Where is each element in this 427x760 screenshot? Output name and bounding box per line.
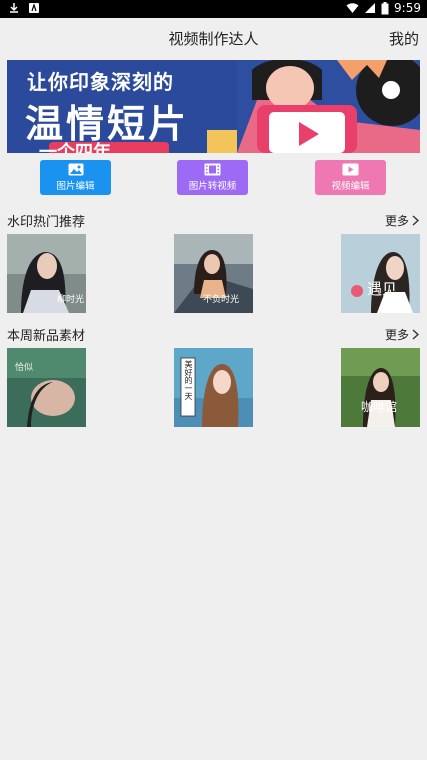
more-label: 更多 bbox=[384, 328, 409, 342]
app-notification-icon bbox=[29, 3, 39, 13]
quick-action-label: 图片转视频 bbox=[188, 181, 237, 192]
battery-icon bbox=[381, 1, 389, 14]
thumb-caption: 不负时光 bbox=[203, 295, 240, 305]
app-title: 视频制作达人 bbox=[168, 30, 259, 48]
more-label: 更多 bbox=[384, 214, 409, 228]
template-thumb[interactable]: 不负时光 bbox=[174, 234, 253, 313]
image-to-video-button[interactable]: 图片转视频 bbox=[177, 160, 248, 195]
more-link-hot[interactable]: 更多 bbox=[385, 212, 419, 229]
section-title-hot: 水印热门推荐 bbox=[7, 215, 86, 230]
thumb-caption: 美好的一天 bbox=[184, 360, 193, 400]
promo-banner[interactable]: 让你印象深刻的 温情短片 一个四年 bbox=[7, 60, 420, 153]
banner-sub: 一个四年 bbox=[39, 142, 111, 153]
chevron-right-icon bbox=[412, 215, 419, 226]
app-bar: 视频制作达人 我的 bbox=[0, 18, 427, 58]
status-bar: 9:59 bbox=[0, 0, 427, 18]
quick-action-label: 视频编辑 bbox=[331, 181, 370, 192]
image-edit-button[interactable]: 图片编辑 bbox=[40, 160, 111, 195]
banner-headline: 让你印象深刻的 bbox=[27, 70, 174, 94]
wifi-icon bbox=[346, 3, 359, 13]
signal-icon bbox=[365, 3, 376, 13]
video-edit-button[interactable]: 视频编辑 bbox=[315, 160, 386, 195]
film-icon bbox=[204, 163, 221, 176]
video-icon bbox=[342, 163, 359, 176]
template-thumb[interactable]: 恰似 bbox=[7, 348, 86, 427]
thumb-caption: 咖啡馆 bbox=[361, 400, 398, 414]
thumb-caption: 遇见 bbox=[367, 280, 398, 298]
thumb-image bbox=[341, 348, 420, 427]
template-thumb[interactable]: 遇见 bbox=[341, 234, 420, 313]
section-title-new: 本周新品素材 bbox=[7, 329, 86, 344]
chevron-right-icon bbox=[412, 329, 419, 340]
template-thumb[interactable]: 美好的一天 bbox=[174, 348, 253, 427]
template-thumb[interactable]: 咖啡馆 bbox=[341, 348, 420, 427]
status-time: 9:59 bbox=[394, 1, 421, 15]
mine-button[interactable]: 我的 bbox=[389, 28, 419, 49]
thumb-caption: 恰似 bbox=[15, 363, 34, 373]
image-icon bbox=[68, 163, 83, 176]
download-icon bbox=[10, 3, 18, 13]
more-link-new[interactable]: 更多 bbox=[385, 326, 419, 343]
thumb-image bbox=[341, 234, 420, 313]
thumb-caption: 柳时光 bbox=[57, 295, 85, 305]
template-thumb[interactable]: 柳时光 bbox=[7, 234, 86, 313]
quick-action-label: 图片编辑 bbox=[56, 181, 95, 192]
